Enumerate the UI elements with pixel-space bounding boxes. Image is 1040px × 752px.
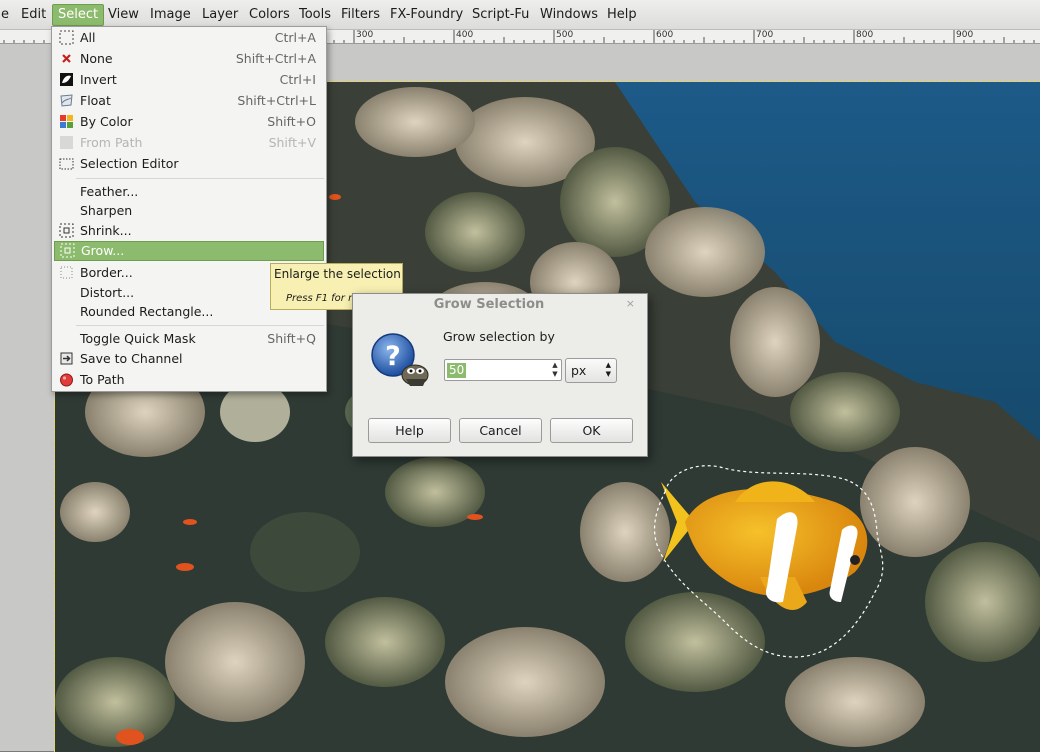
tooltip-text: Enlarge the selection bbox=[274, 267, 401, 281]
menu-item-label: Border... bbox=[80, 265, 133, 280]
menu-filters[interactable]: Filters bbox=[336, 4, 385, 26]
menu-item-label: By Color bbox=[80, 114, 133, 129]
menu-item-label: Invert bbox=[80, 72, 117, 87]
float-selection-icon bbox=[60, 94, 73, 107]
menu-edit[interactable]: Edit bbox=[16, 4, 51, 26]
grow-amount-value: 50 bbox=[447, 363, 467, 378]
shrink-selection-icon bbox=[59, 223, 74, 238]
cancel-button[interactable]: Cancel bbox=[459, 418, 542, 443]
menu-script-fu[interactable]: Script-Fu bbox=[467, 4, 534, 26]
select-menu: All Ctrl+A None Shift+Ctrl+A Invert Ctrl… bbox=[51, 26, 327, 392]
menu-image[interactable]: Image bbox=[145, 4, 196, 26]
menu-file-partial[interactable]: e bbox=[0, 4, 14, 26]
from-path-icon bbox=[60, 136, 73, 149]
ruler-label-900: 900 bbox=[956, 30, 974, 40]
ruler-label-800: 800 bbox=[856, 30, 874, 40]
menu-item-label: Feather... bbox=[80, 184, 139, 199]
menu-item-all[interactable]: All Ctrl+A bbox=[54, 28, 324, 48]
select-all-icon bbox=[59, 30, 74, 45]
menu-item-label: From Path bbox=[80, 135, 143, 150]
menu-view[interactable]: View bbox=[103, 4, 144, 26]
menu-item-label: Save to Channel bbox=[80, 351, 183, 366]
grow-amount-label: Grow selection by bbox=[443, 329, 555, 344]
help-button[interactable]: Help bbox=[368, 418, 451, 443]
menu-colors[interactable]: Colors bbox=[244, 4, 295, 26]
gimp-mascot-icon bbox=[401, 364, 429, 386]
menu-help[interactable]: Help bbox=[602, 4, 642, 26]
menu-tools[interactable]: Tools bbox=[294, 4, 336, 26]
border-selection-icon bbox=[60, 266, 73, 279]
menu-fx-foundry[interactable]: FX-Foundry bbox=[385, 4, 468, 26]
menu-item-shortcut: Shift+V bbox=[268, 135, 316, 150]
menu-item-none[interactable]: None Shift+Ctrl+A bbox=[54, 49, 324, 69]
save-to-channel-icon bbox=[60, 352, 73, 365]
menu-item-toggle-quick-mask[interactable]: Toggle Quick Mask Shift+Q bbox=[54, 329, 324, 349]
menu-item-sharpen[interactable]: Sharpen bbox=[54, 201, 324, 221]
ok-button[interactable]: OK bbox=[550, 418, 633, 443]
menu-item-selection-editor[interactable]: Selection Editor bbox=[54, 154, 324, 174]
close-icon[interactable]: × bbox=[626, 297, 635, 310]
menu-layer[interactable]: Layer bbox=[197, 4, 243, 26]
dialog-titlebar[interactable]: Grow Selection × bbox=[353, 294, 647, 316]
grow-selection-dialog: Grow Selection × ? Grow selection by 50 … bbox=[352, 293, 648, 457]
ruler-label-400: 400 bbox=[456, 30, 474, 40]
menu-item-grow[interactable]: Grow... bbox=[54, 241, 324, 261]
svg-text:?: ? bbox=[385, 341, 401, 372]
menu-item-label: Selection Editor bbox=[80, 156, 179, 171]
ruler-label-300: 300 bbox=[356, 30, 374, 40]
menu-item-label: Distort... bbox=[80, 285, 135, 300]
menu-item-label: Sharpen bbox=[80, 203, 133, 218]
menu-windows[interactable]: Windows bbox=[535, 4, 603, 26]
menu-item-label: Rounded Rectangle... bbox=[80, 304, 214, 319]
menu-item-invert[interactable]: Invert Ctrl+I bbox=[54, 70, 324, 90]
menu-item-label: Float bbox=[80, 93, 111, 108]
menu-separator bbox=[76, 178, 324, 179]
dialog-title: Grow Selection bbox=[433, 297, 545, 312]
menu-item-label: All bbox=[80, 30, 96, 45]
menu-item-label: Shrink... bbox=[80, 223, 132, 238]
grow-amount-input[interactable]: 50 ▲ ▼ bbox=[444, 359, 562, 381]
dropdown-arrows-icon: ▲ ▼ bbox=[605, 361, 611, 378]
menu-item-shortcut: Shift+Ctrl+L bbox=[237, 93, 316, 108]
menu-item-shrink[interactable]: Shrink... bbox=[54, 221, 324, 241]
selection-editor-icon bbox=[59, 158, 74, 170]
menu-item-shortcut: Shift+Q bbox=[267, 331, 316, 346]
to-path-icon bbox=[60, 373, 73, 387]
menu-select[interactable]: Select bbox=[52, 4, 105, 26]
menu-item-float[interactable]: Float Shift+Ctrl+L bbox=[54, 91, 324, 111]
menu-item-by-color[interactable]: By Color Shift+O bbox=[54, 112, 324, 132]
menu-item-to-path[interactable]: To Path bbox=[54, 370, 324, 390]
ruler-label-700: 700 bbox=[756, 30, 774, 40]
menu-item-shortcut: Shift+O bbox=[267, 114, 316, 129]
grow-selection-icon bbox=[60, 243, 75, 258]
unit-select-value: px bbox=[571, 363, 587, 378]
ruler-label-600: 600 bbox=[656, 30, 674, 40]
menu-item-shortcut: Ctrl+A bbox=[274, 30, 316, 45]
ruler-label-500: 500 bbox=[556, 30, 574, 40]
question-icon: ? bbox=[371, 333, 429, 386]
select-none-icon bbox=[62, 54, 71, 63]
menu-item-shortcut: Shift+Ctrl+A bbox=[235, 51, 316, 66]
menu-item-label: None bbox=[80, 51, 113, 66]
menu-item-label: Toggle Quick Mask bbox=[80, 331, 196, 346]
invert-selection-icon bbox=[60, 73, 73, 86]
menu-item-shortcut: Ctrl+I bbox=[279, 72, 316, 87]
menu-separator bbox=[76, 325, 324, 326]
by-color-select-icon bbox=[60, 115, 73, 128]
menu-item-label: Grow... bbox=[81, 243, 125, 258]
menu-item-feather[interactable]: Feather... bbox=[54, 182, 324, 202]
spin-arrows-icon[interactable]: ▲ ▼ bbox=[550, 361, 560, 379]
menu-item-save-to-channel[interactable]: Save to Channel bbox=[54, 349, 324, 369]
menu-item-label: To Path bbox=[80, 372, 125, 387]
unit-select[interactable]: px ▲ ▼ bbox=[565, 358, 617, 383]
menu-item-from-path[interactable]: From Path Shift+V bbox=[54, 133, 324, 153]
